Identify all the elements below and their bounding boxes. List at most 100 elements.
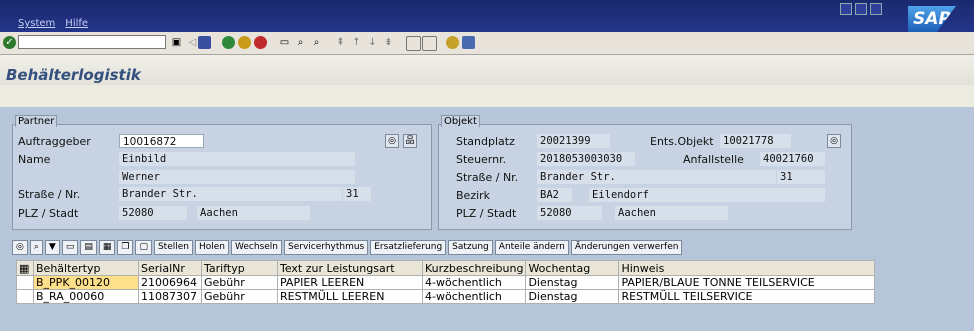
prev-page-icon[interactable]: ↑	[350, 36, 363, 49]
col-serialnr[interactable]: SerialNr	[138, 260, 202, 276]
satzung-button[interactable]: Satzung	[448, 239, 493, 255]
auftraggeber-field[interactable]: 10016872	[119, 134, 204, 148]
find-icon[interactable]: ⌕	[294, 36, 307, 49]
partner-plz-label: PLZ / Stadt	[18, 207, 79, 220]
bezirk-name: Eilendorf	[589, 188, 825, 202]
bezirk-label: Bezirk	[456, 189, 491, 202]
cell-behaeltertyp[interactable]: B_RA_00060	[33, 289, 139, 304]
page-title: Behälterlogistik	[6, 66, 141, 84]
command-history-icon[interactable]: ▣	[170, 36, 183, 49]
cell-tariftyp[interactable]: Gebühr	[201, 289, 278, 304]
export-icon[interactable]: ▤	[80, 239, 97, 255]
command-field[interactable]	[18, 35, 166, 49]
last-page-icon[interactable]: ⇟	[382, 36, 395, 49]
anteile-aendern-button[interactable]: Anteile ändern	[494, 239, 569, 255]
layout-icon[interactable]: ▦	[98, 239, 116, 255]
name-line2: Werner	[119, 170, 355, 184]
steuernr-value: 2018053003030	[537, 152, 635, 166]
col-leistungsart[interactable]: Text zur Leistungsart	[277, 260, 423, 276]
partner-group-label: Partner	[15, 115, 58, 127]
search-icon[interactable]: ⌕	[29, 239, 43, 255]
back-icon[interactable]	[222, 36, 235, 49]
close-button[interactable]	[870, 3, 882, 15]
table-row[interactable]: B_PPK_00120 21006964 Gebühr PAPIER LEERE…	[16, 275, 876, 290]
cell-leistungsart[interactable]: RESTMÜLL LEEREN	[277, 289, 423, 304]
objekt-strasse-label: Straße / Nr.	[456, 171, 519, 184]
objekt-strasse-value: Brander Str.	[537, 170, 776, 184]
objekt-detail-icon[interactable]: ◎	[827, 134, 841, 148]
name-label: Name	[18, 153, 51, 166]
objekt-group: Objekt Standplatz 20021399 Ents.Objekt 1…	[438, 115, 852, 230]
next-page-icon[interactable]: ↓	[366, 36, 379, 49]
cell-hinweis[interactable]: PAPIER/BLAUE TONNE TEILSERVICE	[618, 275, 876, 290]
cell-leistungsart[interactable]: PAPIER LEEREN	[277, 275, 423, 290]
title-bar: System Hilfe SAP	[0, 0, 974, 32]
maximize-button[interactable]	[855, 3, 867, 15]
partner-strasse-label: Straße / Nr.	[18, 188, 81, 201]
partner-strasse-value: Brander Str.	[119, 187, 342, 201]
partner-stadt-value: Aachen	[197, 206, 310, 220]
ents-objekt-value: 10021778	[720, 134, 791, 148]
objekt-plz-label: PLZ / Stadt	[456, 207, 517, 220]
partner-detail-icon[interactable]: ◎	[385, 134, 399, 148]
sap-logo: SAP	[908, 6, 956, 32]
objekt-hausnr-value: 31	[777, 170, 825, 184]
exit-icon[interactable]	[238, 36, 251, 49]
filter-icon[interactable]: ▼	[44, 239, 60, 255]
cell-serialnr[interactable]: 21006964	[138, 275, 202, 290]
objekt-plz-value: 52080	[537, 206, 602, 220]
cell-behaeltertyp[interactable]: B_PPK_00120	[33, 275, 139, 290]
save-icon[interactable]	[198, 36, 211, 49]
copy-icon[interactable]: ❐	[117, 239, 134, 255]
window-controls	[840, 3, 882, 15]
cell-wochentag[interactable]: Dienstag	[525, 275, 620, 290]
details-icon[interactable]: ◎	[12, 239, 28, 255]
application-toolbar	[0, 85, 974, 108]
partner-hausnr-value: 31	[343, 187, 371, 201]
cell-kurzbeschreibung[interactable]: 4-wöchentlich	[421, 289, 527, 304]
cell-wochentag[interactable]: Dienstag	[525, 289, 620, 304]
title-area: Behälterlogistik	[0, 55, 974, 85]
row-selector[interactable]	[16, 289, 34, 304]
print-list-icon[interactable]: ▭	[61, 239, 79, 255]
holen-button[interactable]: Holen	[195, 239, 230, 255]
cell-hinweis[interactable]: RESTMÜLL TEILSERVICE	[618, 289, 876, 304]
cancel-icon[interactable]	[254, 36, 267, 49]
stellen-button[interactable]: Stellen	[153, 239, 193, 255]
bezirk-code: BA2	[537, 188, 572, 202]
auftraggeber-label: Auftraggeber	[18, 135, 91, 148]
first-page-icon[interactable]: ⇞	[334, 36, 347, 49]
row-selector[interactable]	[16, 275, 34, 290]
wechseln-button[interactable]: Wechseln	[231, 239, 283, 255]
col-tariftyp[interactable]: Tariftyp	[201, 260, 278, 276]
menu-help[interactable]: Hilfe	[65, 18, 88, 32]
enter-icon[interactable]: ✓	[3, 36, 16, 49]
ents-objekt-label: Ents.Objekt	[650, 135, 714, 148]
print-icon[interactable]: ▭	[278, 36, 291, 49]
ersatzlieferung-button[interactable]: Ersatzlieferung	[370, 239, 447, 255]
layout-menu-icon[interactable]	[462, 36, 475, 49]
find-next-icon[interactable]: ⌕	[310, 36, 323, 49]
col-wochentag[interactable]: Wochentag	[525, 260, 620, 276]
help-icon[interactable]	[446, 36, 459, 49]
aenderungen-verwerfen-button[interactable]: Änderungen verwerfen	[570, 239, 683, 255]
minimize-button[interactable]	[840, 3, 852, 15]
menu-bar: System Hilfe	[0, 18, 88, 32]
main-content: Partner Auftraggeber 10016872 ◎ 品 Name E…	[0, 107, 974, 331]
partner-hierarchy-icon[interactable]: 品	[403, 134, 417, 148]
cell-tariftyp[interactable]: Gebühr	[201, 275, 278, 290]
cell-kurzbeschreibung[interactable]: 4-wöchentlich	[421, 275, 527, 290]
cell-serialnr[interactable]: 11087307	[138, 289, 202, 304]
table-row[interactable]: B_RA_00060 11087307 Gebühr RESTMÜLL LEER…	[16, 289, 876, 304]
menu-system[interactable]: System	[18, 18, 55, 32]
col-kurzbeschreibung[interactable]: Kurzbeschreibung	[421, 260, 527, 276]
row-selector-header[interactable]: ▦	[16, 260, 34, 276]
standplatz-value: 20021399	[537, 134, 610, 148]
col-hinweis[interactable]: Hinweis	[618, 260, 876, 276]
new-session-icon[interactable]	[406, 36, 421, 51]
disabled-action-icon: ▢	[135, 239, 152, 255]
servicerhythmus-button[interactable]: Servicerhythmus	[284, 239, 369, 255]
name-line1: Einbild	[119, 152, 355, 166]
shortcut-icon[interactable]	[422, 36, 437, 51]
col-behaeltertyp[interactable]: Behältertyp	[33, 260, 139, 276]
